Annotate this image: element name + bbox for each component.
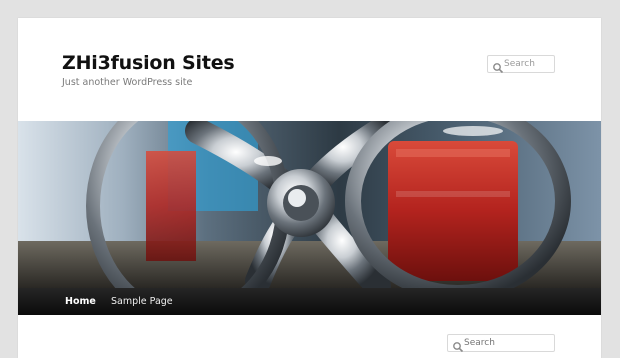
sidebar-search-input[interactable] xyxy=(464,336,550,350)
main-navigation: Home Sample Page xyxy=(18,288,601,315)
header-search-box[interactable] xyxy=(487,55,555,74)
search-icon xyxy=(452,338,464,353)
search-icon xyxy=(492,59,504,74)
site-title[interactable]: ZHi3fusion Sites xyxy=(62,52,235,74)
site-description: Just another WordPress site xyxy=(62,77,193,88)
header-image xyxy=(18,121,601,288)
page-container: ZHi3fusion Sites Just another WordPress … xyxy=(18,18,601,358)
nav-item-sample-page[interactable]: Sample Page xyxy=(111,296,173,307)
search-input[interactable] xyxy=(504,57,552,71)
sidebar-search-box[interactable] xyxy=(447,334,555,353)
nav-item-home[interactable]: Home xyxy=(65,296,96,307)
